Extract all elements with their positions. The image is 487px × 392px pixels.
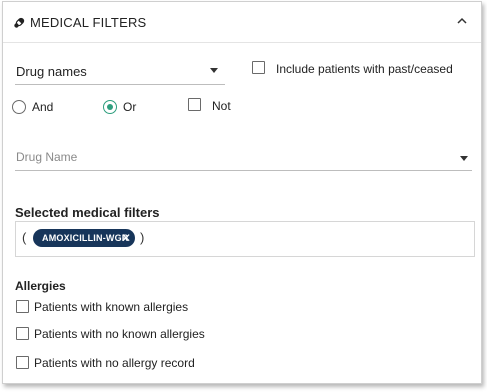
- pills-icon: [13, 15, 27, 29]
- not-checkbox[interactable]: [188, 98, 201, 111]
- dropdown-arrow-icon: [210, 68, 218, 73]
- filter-chip[interactable]: AMOXICILLIN-WGR ✕: [33, 229, 135, 247]
- chevron-up-icon[interactable]: [454, 13, 470, 29]
- dropdown-arrow-icon: [460, 156, 468, 161]
- medical-filters-panel: MEDICAL FILTERS Drug names Include patie…: [2, 1, 482, 384]
- include-past-ceased-checkbox[interactable]: [252, 61, 265, 74]
- no-allergy-record-label: Patients with no allergy record: [34, 356, 195, 370]
- selected-filters-box: ( AMOXICILLIN-WGR ✕ ): [15, 221, 475, 257]
- panel-title: MEDICAL FILTERS: [30, 15, 147, 30]
- close-icon[interactable]: ✕: [121, 231, 131, 245]
- or-label: Or: [123, 100, 137, 114]
- drug-name-select[interactable]: Drug Name: [15, 144, 472, 171]
- drug-names-select[interactable]: Drug names: [15, 58, 225, 85]
- selected-filters-title: Selected medical filters: [15, 205, 160, 220]
- no-known-allergies-label: Patients with no known allergies: [34, 327, 205, 341]
- no-known-allergies-checkbox[interactable]: [16, 327, 29, 340]
- or-radio[interactable]: [103, 100, 117, 114]
- open-paren: (: [22, 230, 27, 245]
- known-allergies-checkbox[interactable]: [16, 300, 29, 313]
- allergies-title: Allergies: [15, 279, 66, 293]
- and-label: And: [32, 100, 54, 114]
- no-allergy-record-checkbox[interactable]: [16, 356, 29, 369]
- drug-name-placeholder: Drug Name: [16, 150, 78, 164]
- panel-header[interactable]: MEDICAL FILTERS: [3, 2, 481, 43]
- include-past-ceased-label: Include patients with past/ceased: [276, 62, 453, 76]
- not-label: Not: [212, 99, 231, 113]
- filter-chip-label: AMOXICILLIN-WGR: [42, 233, 129, 243]
- close-paren: ): [140, 230, 145, 245]
- and-radio[interactable]: [12, 100, 26, 114]
- drug-names-select-value: Drug names: [16, 64, 87, 79]
- known-allergies-label: Patients with known allergies: [34, 300, 189, 314]
